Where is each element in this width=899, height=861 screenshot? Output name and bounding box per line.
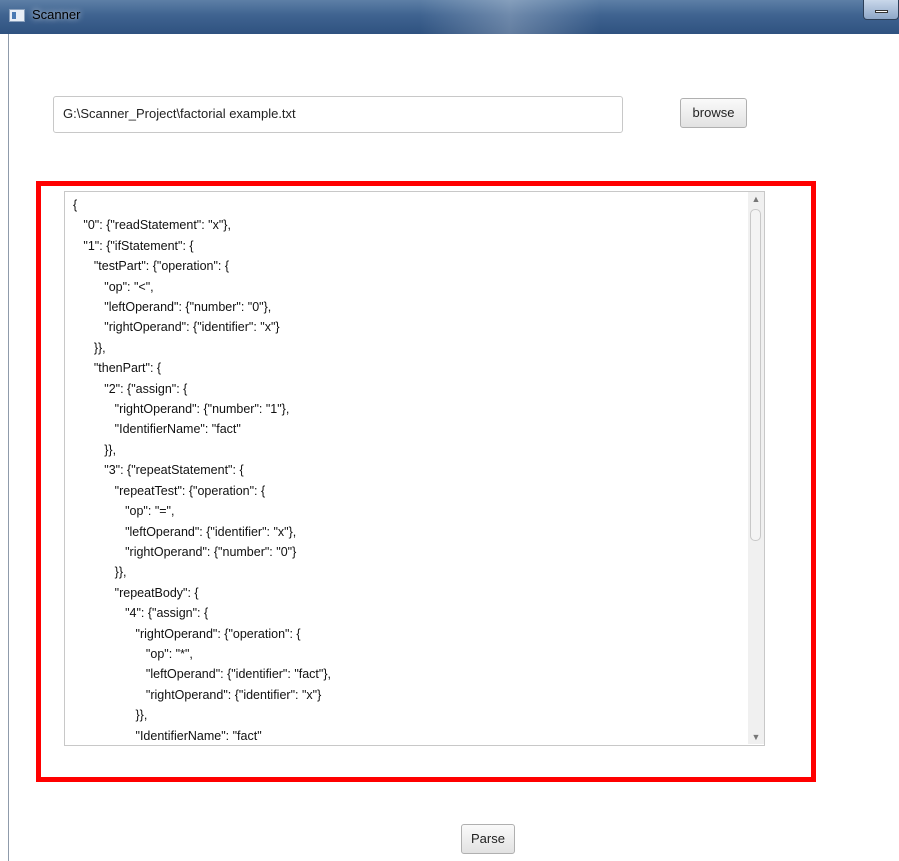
vertical-scrollbar[interactable]: ▲ ▼: [748, 192, 764, 744]
output-text-area[interactable]: { "0": {"readStatement": "x"}, "1": {"if…: [64, 191, 765, 746]
title-bar-glare: [420, 0, 600, 34]
scroll-thumb[interactable]: [750, 209, 761, 541]
minimize-icon: [875, 10, 888, 13]
chevron-up-icon[interactable]: ▲: [748, 192, 764, 206]
file-path-input[interactable]: G:\Scanner_Project\factorial example.txt: [53, 96, 623, 133]
chevron-down-icon[interactable]: ▼: [748, 730, 764, 744]
minimize-button[interactable]: [863, 0, 899, 20]
window-title: Scanner: [32, 7, 81, 22]
app-icon: [9, 9, 25, 22]
browse-button[interactable]: browse: [680, 98, 747, 128]
output-json-text: { "0": {"readStatement": "x"}, "1": {"if…: [73, 198, 331, 743]
title-bar: Scanner: [0, 0, 899, 34]
parse-button[interactable]: Parse: [461, 824, 515, 854]
